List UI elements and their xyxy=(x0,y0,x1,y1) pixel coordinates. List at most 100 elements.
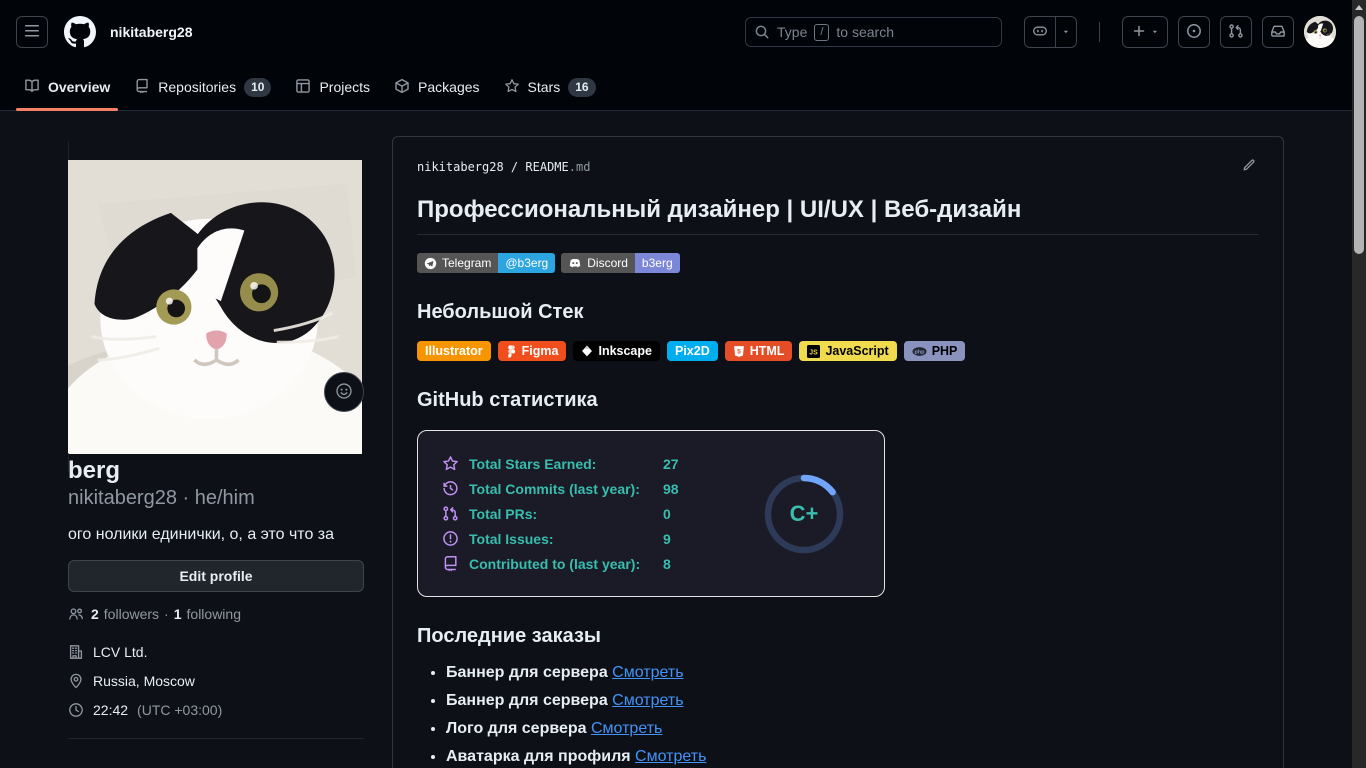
order-item: Баннер для сервера Смотреть xyxy=(446,664,1259,682)
breadcrumb-separator: / xyxy=(503,159,526,174)
set-status-button[interactable] xyxy=(324,372,364,412)
stat-label: Total Commits (last year): xyxy=(469,480,640,497)
badge-html: 5 HTML xyxy=(724,341,793,361)
tab-projects[interactable]: Projects xyxy=(287,64,378,110)
git-pull-request-icon xyxy=(442,505,469,522)
tab-label: Stars xyxy=(527,79,561,95)
search-icon xyxy=(754,24,770,40)
stat-label: Total PRs: xyxy=(469,505,538,522)
badge-javascript: JS JavaScript xyxy=(799,341,897,361)
chevron-down-icon xyxy=(1150,25,1160,40)
pull-requests-button[interactable] xyxy=(1220,16,1252,48)
breadcrumb-repo[interactable]: nikitaberg28 xyxy=(417,160,504,174)
stat-row-stars: Total Stars Earned: 27 xyxy=(442,455,679,472)
order-text: Лого для сервера xyxy=(446,720,587,737)
profile-avatar[interactable] xyxy=(68,141,364,472)
tab-counter: 10 xyxy=(244,77,272,97)
scrollbar-thumb[interactable] xyxy=(1354,16,1364,254)
smiley-icon xyxy=(335,382,353,403)
breadcrumb-file[interactable]: README xyxy=(525,160,568,174)
avatar-wrap xyxy=(68,141,364,472)
user-avatar[interactable] xyxy=(1304,16,1336,48)
header-actions xyxy=(1122,16,1336,48)
copilot-button[interactable] xyxy=(1024,16,1056,48)
book-icon xyxy=(24,78,40,97)
tab-counter: 16 xyxy=(568,77,596,97)
plus-icon xyxy=(1131,23,1147,42)
github-profile-page: nikitaberg28 Type / to search Overview R… xyxy=(0,0,1352,768)
telegram-badge[interactable]: Telegram @b3erg xyxy=(417,253,556,273)
order-view-link[interactable]: Смотреть xyxy=(612,664,683,681)
tab-stars[interactable]: Stars 16 xyxy=(496,64,604,110)
profile-login-pronouns: nikitaberg28 · he/him xyxy=(68,487,255,509)
header-divider xyxy=(1099,22,1100,42)
svg-text:5: 5 xyxy=(737,348,741,355)
search-input[interactable]: Type / to search xyxy=(745,17,1002,47)
discord-icon xyxy=(568,256,582,270)
package-icon xyxy=(394,78,410,97)
dot-separator: · xyxy=(164,606,169,622)
hamburger-menu-button[interactable] xyxy=(16,16,48,48)
local-time-row: 22:42 (UTC +03:00) xyxy=(68,702,364,718)
pencil-icon xyxy=(1241,157,1257,176)
orders-list: Баннер для сервера Смотреть Баннер для с… xyxy=(417,664,1259,766)
history-icon xyxy=(442,480,469,497)
copilot-dropdown-button[interactable] xyxy=(1056,16,1077,48)
github-stats-card: Total Stars Earned: 27 Total Commits (la… xyxy=(417,430,885,597)
readme-card: nikitaberg28 / README.md Профессиональны… xyxy=(392,136,1284,768)
repo-icon xyxy=(134,78,150,97)
inbox-button[interactable] xyxy=(1262,16,1294,48)
profile-tabnav: Overview Repositories 10 Projects Packag… xyxy=(0,64,1352,111)
table-icon xyxy=(295,78,311,97)
profile-bio: ого нолики единички, о, а это что за xyxy=(68,526,335,543)
breadcrumb-extension: .md xyxy=(568,159,591,174)
profile-display-name: berg xyxy=(68,457,121,484)
breadcrumb: nikitaberg28 / README.md xyxy=(417,155,1259,178)
badge-illustrator: Illustrator xyxy=(417,341,491,361)
edit-profile-button[interactable]: Edit profile xyxy=(68,560,364,592)
repo-icon xyxy=(442,555,469,572)
company-text: LCV Ltd. xyxy=(93,644,148,660)
organization-icon xyxy=(68,644,84,660)
tab-label: Packages xyxy=(418,79,480,95)
edit-readme-button[interactable] xyxy=(1239,155,1259,178)
copilot-icon xyxy=(1032,23,1048,42)
search-placeholder-suffix: to search xyxy=(836,24,895,40)
tab-overview[interactable]: Overview xyxy=(16,64,119,111)
order-text: Аватарка для профиля xyxy=(446,748,631,765)
issue-icon xyxy=(442,530,469,547)
badge-left: Telegram xyxy=(417,253,499,273)
followers-line[interactable]: 2 followers · 1 following xyxy=(68,606,364,622)
telegram-icon xyxy=(424,257,437,270)
issues-button[interactable] xyxy=(1178,16,1210,48)
badge-figma: Figma xyxy=(497,341,567,361)
html5-icon: 5 xyxy=(733,345,745,358)
order-view-link[interactable]: Смотреть xyxy=(635,748,706,765)
issue-opened-icon xyxy=(1186,23,1202,42)
star-icon xyxy=(442,455,469,472)
page-scrollbar[interactable] xyxy=(1352,0,1366,768)
location-text: Russia, Moscow xyxy=(93,673,195,689)
scroll-up-arrow-icon[interactable] xyxy=(1355,5,1363,10)
js-icon: JS xyxy=(807,344,821,358)
stat-label: Total Stars Earned: xyxy=(469,455,597,472)
tab-packages[interactable]: Packages xyxy=(386,64,487,110)
profile-sidebar: berg nikitaberg28 · he/him ого нолики ед… xyxy=(68,136,364,768)
create-new-button[interactable] xyxy=(1122,16,1168,48)
header-username[interactable]: nikitaberg28 xyxy=(110,24,192,40)
github-logo[interactable] xyxy=(64,16,96,48)
stat-value: 27 xyxy=(663,455,679,472)
three-bars-icon xyxy=(24,23,40,42)
tab-repositories[interactable]: Repositories 10 xyxy=(126,64,279,110)
following-count: 1 xyxy=(173,606,182,622)
followers-count: 2 xyxy=(91,606,99,622)
stats-heading: GitHub статистика xyxy=(417,389,598,411)
order-view-link[interactable]: Смотреть xyxy=(591,720,662,737)
badge-right-label: @b3erg xyxy=(505,256,549,270)
discord-badge[interactable]: Discord b3erg xyxy=(561,253,680,273)
search-placeholder-prefix: Type xyxy=(777,24,808,40)
rank-ring: C+ xyxy=(762,472,846,556)
git-pull-request-icon xyxy=(1228,23,1244,42)
order-view-link[interactable]: Смотреть xyxy=(612,692,683,709)
badge-right: b3erg xyxy=(634,253,680,273)
